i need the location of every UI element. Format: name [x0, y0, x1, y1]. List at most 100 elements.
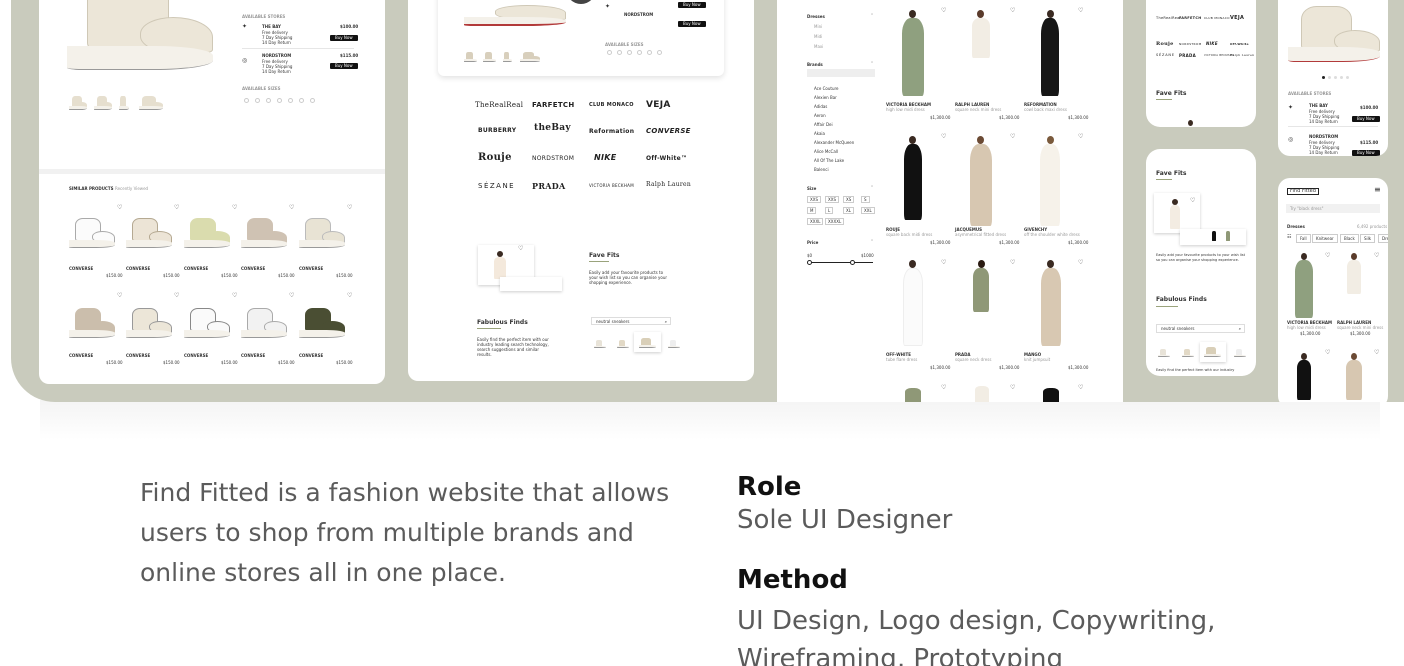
brand-logo[interactable]: theBay [534, 123, 571, 133]
size-option[interactable] [288, 98, 293, 103]
buy-now-button[interactable]: Buy Now [330, 35, 358, 41]
brand-logo[interactable]: Rouje [1156, 41, 1174, 47]
size-option[interactable] [627, 50, 632, 55]
size-chip[interactable]: XXS [807, 196, 822, 203]
search-result[interactable] [594, 340, 606, 348]
heart-icon[interactable]: ♡ [174, 293, 179, 299]
filter-heading[interactable]: Brands [807, 62, 823, 67]
slider-handle[interactable] [807, 260, 812, 265]
product-image[interactable] [1170, 205, 1180, 229]
search-result[interactable] [668, 340, 680, 348]
product-image[interactable] [1346, 360, 1362, 400]
brand-logo[interactable]: NORDSTROM [532, 155, 574, 162]
brand-logo[interactable]: FARFETCH [1179, 16, 1201, 20]
heart-icon[interactable]: ♡ [117, 293, 122, 299]
heart-icon[interactable]: ♡ [1078, 385, 1083, 391]
brand-logo[interactable]: SÉZANE [1156, 53, 1175, 57]
product-image[interactable] [1041, 18, 1059, 96]
thumbnail[interactable] [119, 96, 129, 110]
brand-logo[interactable]: VEJA [646, 100, 671, 110]
heart-icon[interactable]: ♡ [1010, 260, 1015, 266]
size-option[interactable] [299, 98, 304, 103]
carousel-dot[interactable] [1340, 76, 1343, 79]
heart-icon[interactable]: ♡ [347, 293, 352, 299]
heart-icon[interactable]: ♡ [232, 205, 237, 211]
brand-logo[interactable]: CLUB MONACO [1204, 16, 1230, 20]
filter-icon[interactable]: ☷ [1287, 235, 1291, 240]
brand-logo[interactable]: VEJA [1230, 15, 1244, 21]
buy-now-button[interactable]: Buy Now [1352, 150, 1380, 156]
brand-logo[interactable]: NORDSTROM [1179, 42, 1201, 46]
thumbnail[interactable] [520, 52, 540, 62]
filter-option[interactable]: All Of The Lake [814, 158, 844, 163]
brand-logo[interactable]: BURBERRY [478, 127, 516, 134]
filter-option[interactable]: Aeron [814, 113, 826, 118]
site-logo[interactable]: Find Fitted [1287, 188, 1319, 195]
product-image[interactable] [1226, 231, 1230, 241]
buy-now-button[interactable]: Buy Now [678, 21, 706, 27]
similar-products-tab[interactable]: SIMILAR PRODUCTS [69, 186, 113, 191]
size-option[interactable] [277, 98, 282, 103]
product-image[interactable] [903, 268, 923, 346]
brand-logo[interactable]: Rouje [478, 152, 512, 163]
menu-icon[interactable]: ≡ [1374, 186, 1381, 194]
size-option[interactable] [607, 50, 612, 55]
heart-icon[interactable]: ♡ [1010, 8, 1015, 14]
size-chip[interactable]: XXL [861, 207, 875, 214]
filter-option[interactable]: Balenci [814, 167, 829, 172]
product-image[interactable] [184, 218, 230, 248]
heart-icon[interactable]: ♡ [1190, 198, 1195, 204]
search-input[interactable]: Try "black dress" [1286, 204, 1380, 213]
product-image[interactable] [299, 218, 345, 248]
size-chip[interactable]: XXS [825, 196, 840, 203]
thumbnail[interactable] [483, 52, 496, 62]
product-image[interactable] [1295, 260, 1313, 318]
size-option[interactable] [617, 50, 622, 55]
filter-option[interactable]: Affair Dei [814, 122, 833, 127]
product-image[interactable] [1347, 260, 1361, 294]
search-input[interactable]: neutral sneakers ⌕ [591, 317, 671, 325]
heart-icon[interactable]: ♡ [347, 205, 352, 211]
filter-chip[interactable]: Silk [1360, 234, 1376, 243]
filter-option[interactable]: Midi [814, 34, 822, 39]
heart-icon[interactable]: ♡ [941, 260, 946, 266]
product-image[interactable] [1043, 388, 1059, 402]
chevron-up-icon[interactable]: ˄ [871, 185, 873, 190]
price-slider[interactable] [809, 262, 873, 263]
filter-option[interactable]: Mini [814, 24, 822, 29]
product-image[interactable] [69, 218, 115, 248]
search-result[interactable] [1204, 347, 1221, 357]
product-image[interactable] [972, 18, 990, 58]
thumbnail[interactable] [503, 52, 512, 62]
product-image[interactable] [1212, 231, 1216, 241]
size-chip[interactable]: S [861, 196, 870, 203]
size-option[interactable] [637, 50, 642, 55]
brand-search-input[interactable] [807, 69, 875, 77]
search-result[interactable] [1234, 349, 1246, 357]
size-chip[interactable]: L [825, 207, 834, 214]
chevron-up-icon[interactable]: ˄ [871, 13, 873, 18]
product-image[interactable] [1041, 268, 1061, 346]
product-image[interactable] [902, 18, 924, 96]
heart-icon[interactable]: ♡ [1078, 134, 1083, 140]
heart-icon[interactable]: ♡ [289, 205, 294, 211]
brand-logo[interactable]: TheRealReal [475, 101, 523, 109]
size-option[interactable] [255, 98, 260, 103]
brand-logo[interactable]: FARFETCH [532, 101, 575, 109]
size-chip[interactable]: M [807, 207, 817, 214]
heart-icon[interactable]: ♡ [232, 293, 237, 299]
size-option[interactable] [266, 98, 271, 103]
product-image[interactable] [970, 144, 992, 226]
heart-icon[interactable]: ♡ [941, 385, 946, 391]
filter-chip[interactable]: Fall [1296, 234, 1311, 243]
chevron-up-icon[interactable]: ˄ [871, 239, 873, 244]
brand-logo[interactable]: Off-White™ [646, 155, 687, 162]
heart-icon[interactable]: ♡ [941, 134, 946, 140]
product-image[interactable] [184, 308, 230, 338]
thumbnail[interactable] [69, 96, 87, 110]
carousel-dot[interactable] [1322, 76, 1325, 79]
heart-icon[interactable]: ♡ [1374, 350, 1379, 356]
brand-logo[interactable]: NIKE [1206, 41, 1218, 46]
size-option[interactable] [310, 98, 315, 103]
search-result[interactable] [617, 340, 629, 348]
